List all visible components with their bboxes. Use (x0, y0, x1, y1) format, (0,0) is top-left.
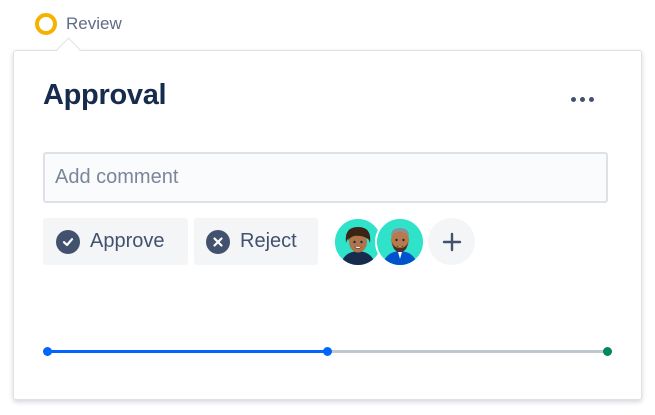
reject-button[interactable]: Reject (194, 218, 318, 265)
approve-label: Approve (90, 230, 165, 252)
approver-avatar[interactable] (375, 217, 425, 267)
add-approver-button[interactable] (428, 218, 475, 265)
comment-input[interactable] (43, 152, 608, 203)
status-circle-icon (35, 13, 57, 35)
progress-current-node (323, 347, 332, 356)
reject-label: Reject (240, 230, 297, 252)
progress-end-node (603, 347, 612, 356)
plus-icon (442, 232, 461, 251)
approval-progress-fill (47, 350, 327, 353)
check-circle-icon (56, 229, 80, 254)
approval-progress-track (43, 347, 612, 356)
approve-button[interactable]: Approve (43, 218, 188, 265)
card-title: Approval (43, 79, 167, 111)
more-options-button[interactable] (562, 81, 602, 117)
more-dot (588, 96, 594, 102)
approval-card: Approval Approve Reject (13, 50, 642, 400)
status-label: Review (66, 14, 122, 33)
progress-start-node (43, 347, 52, 356)
more-dot (579, 96, 585, 102)
avatar-man-icon (377, 219, 423, 265)
workflow-status[interactable]: Review (35, 12, 122, 36)
more-horizontal-icon (570, 96, 576, 102)
cross-circle-icon (206, 229, 230, 254)
